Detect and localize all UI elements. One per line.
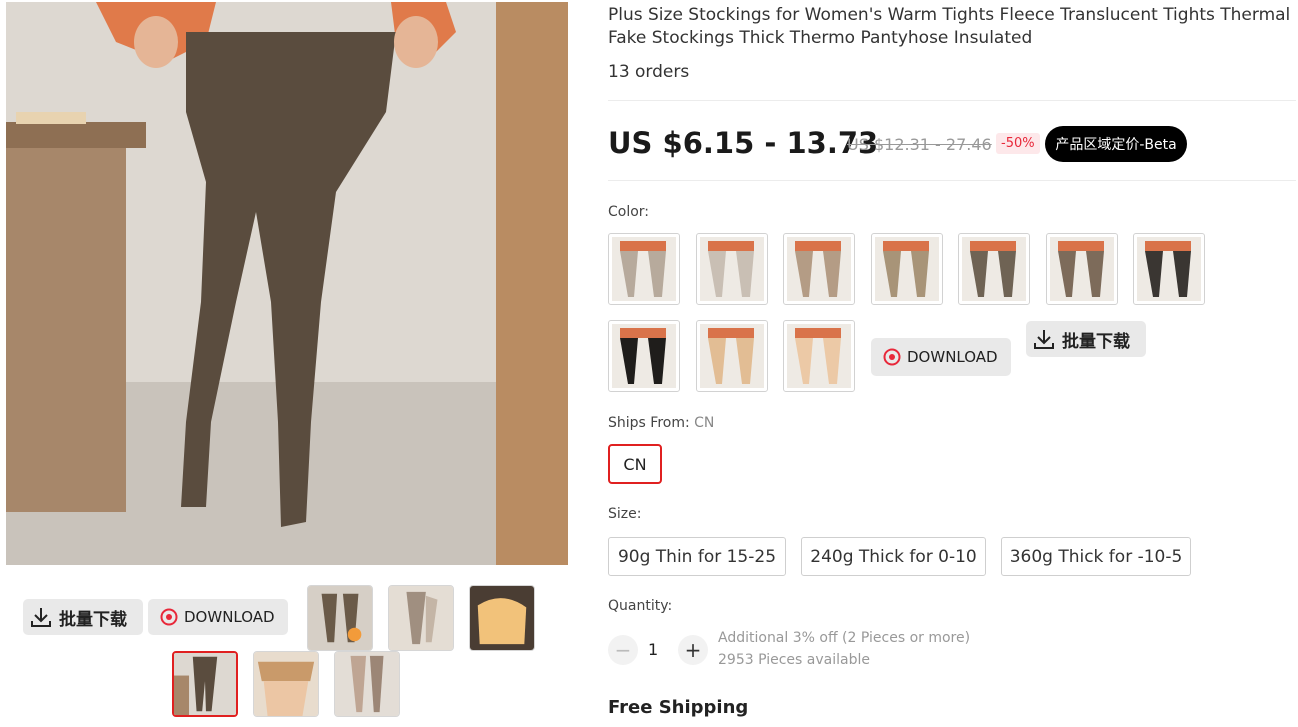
gallery-thumbnail[interactable] (253, 651, 319, 717)
product-title: Plus Size Stockings for Women's Warm Tig… (608, 5, 1291, 48)
gallery-thumbnail[interactable] (307, 585, 373, 651)
swatch-image (787, 324, 851, 388)
download-tray-icon (1032, 327, 1056, 351)
color-swatch[interactable] (696, 233, 768, 305)
color-swatch[interactable] (871, 233, 943, 305)
size-option[interactable]: 90g Thin for 15-25 (608, 537, 786, 576)
target-icon (883, 348, 901, 366)
target-icon (160, 608, 178, 626)
color-swatch[interactable] (783, 233, 855, 305)
gallery-thumbnail[interactable] (388, 585, 454, 651)
color-swatch[interactable] (958, 233, 1030, 305)
gallery-thumbnail-selected[interactable] (172, 651, 238, 717)
divider (608, 100, 1296, 101)
ships-from-label: Ships From: CN (608, 415, 714, 431)
free-shipping-label: Free Shipping (608, 697, 749, 718)
batch-download-label: 批量下载 (59, 609, 127, 630)
download-label: DOWNLOAD (907, 348, 998, 366)
thumbnail-image (308, 586, 372, 650)
thumbnail-image (335, 652, 399, 716)
regional-pricing-beta-button[interactable]: 产品区域定价-Beta (1045, 126, 1187, 162)
original-price: US $12.31 - 27.46 (847, 135, 992, 154)
download-label: DOWNLOAD (184, 608, 275, 626)
main-product-image[interactable] (6, 2, 568, 565)
color-swatch[interactable] (696, 320, 768, 392)
quantity-decrease-button[interactable]: − (608, 635, 638, 665)
batch-download-button[interactable]: 批量下载 (1026, 321, 1146, 357)
thumbnail-image (254, 652, 318, 716)
color-swatch[interactable] (1046, 233, 1118, 305)
size-label: Size: (608, 506, 642, 522)
swatch-image (962, 237, 1026, 301)
swatch-image (787, 237, 851, 301)
size-option[interactable]: 360g Thick for -10-5 (1001, 537, 1191, 576)
download-button[interactable]: DOWNLOAD (148, 599, 288, 635)
download-button[interactable]: DOWNLOAD (871, 338, 1011, 376)
color-swatch[interactable] (783, 320, 855, 392)
swatch-image (1137, 237, 1201, 301)
quantity-increase-button[interactable]: + (678, 635, 708, 665)
swatch-image (875, 237, 939, 301)
swatch-image (612, 324, 676, 388)
orders-count: 13 orders (608, 62, 690, 82)
ships-from-title: Ships From: (608, 415, 690, 431)
thumbnail-image (389, 586, 453, 650)
ships-from-value: CN (694, 415, 715, 431)
quantity-label: Quantity: (608, 598, 673, 614)
batch-download-button[interactable]: 批量下载 (23, 599, 143, 635)
size-option[interactable]: 240g Thick for 0-10 (801, 537, 986, 576)
pieces-available: 2953 Pieces available (718, 652, 870, 668)
color-swatch[interactable] (608, 320, 680, 392)
swatch-image (1050, 237, 1114, 301)
thumbnail-image (470, 586, 534, 650)
download-tray-icon (29, 605, 53, 629)
color-swatch[interactable] (1133, 233, 1205, 305)
ships-from-option-cn[interactable]: CN (608, 444, 662, 484)
batch-download-label: 批量下载 (1062, 331, 1130, 352)
color-label: Color: (608, 204, 650, 220)
color-swatch[interactable] (608, 233, 680, 305)
swatch-image (612, 237, 676, 301)
divider (608, 180, 1296, 181)
gallery-thumbnail[interactable] (334, 651, 400, 717)
gallery-thumbnail[interactable] (469, 585, 535, 651)
quantity-value[interactable]: 1 (648, 640, 658, 659)
thumbnail-image (174, 653, 236, 715)
bulk-discount-note: Additional 3% off (2 Pieces or more) (718, 630, 971, 646)
current-price: US $6.15 - 13.73 (608, 126, 879, 160)
discount-badge: -50% (996, 133, 1040, 154)
product-photo (6, 2, 568, 565)
swatch-image (700, 237, 764, 301)
swatch-image (700, 324, 764, 388)
